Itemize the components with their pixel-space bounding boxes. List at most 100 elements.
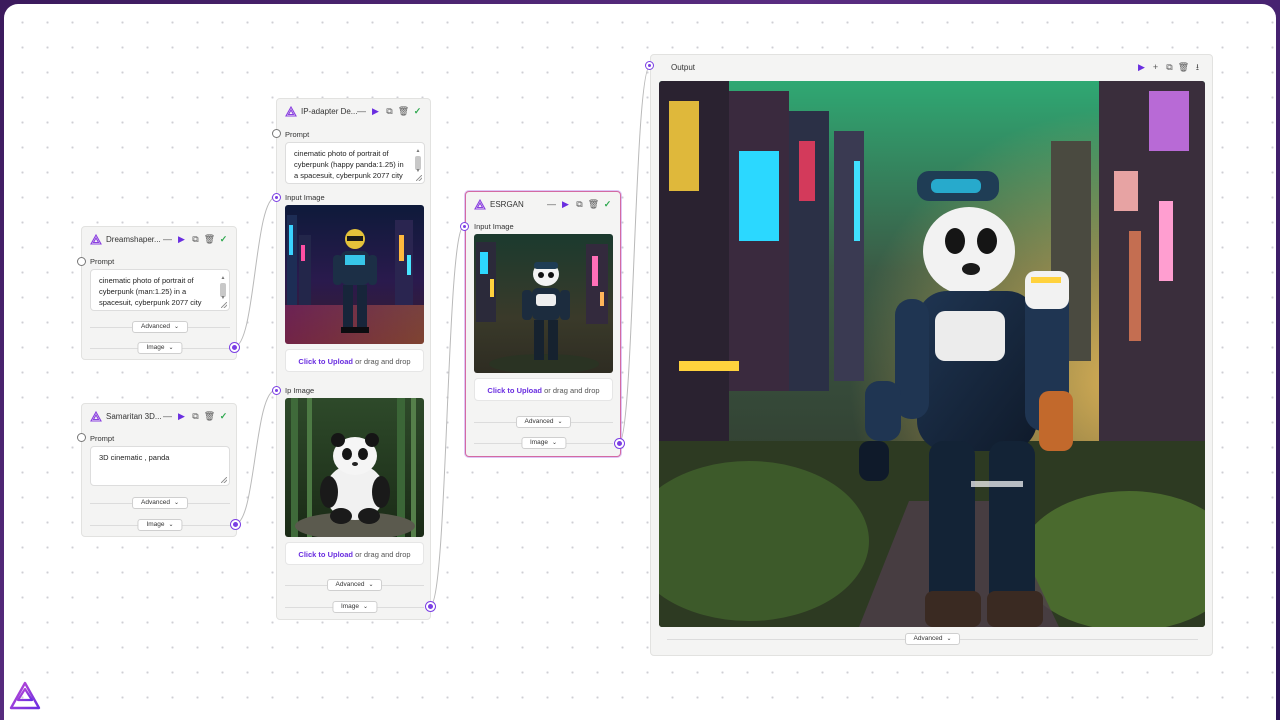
output-type-label: Image [146,344,165,351]
click-to-upload-link[interactable]: Click to Upload [298,357,353,366]
panda-image [285,398,424,537]
advanced-label: Advanced [141,323,170,330]
click-to-upload-link[interactable]: Click to Upload [298,550,353,559]
run-icon[interactable]: ▶ [561,198,570,210]
run-icon[interactable]: ▶ [177,233,186,245]
esrgan-input-image-port[interactable] [460,222,469,231]
node-header[interactable]: ESRGAN — ▶ ⧉ 🗑 ✓ [466,192,620,218]
ip-adapter-image-output-port[interactable] [426,602,435,611]
ip-adapter-node[interactable]: IP-adapter De... — ▶ ⧉ 🗑 ✓ Prompt cinema… [276,98,431,620]
dreamshaper-image-output-port[interactable] [230,343,239,352]
duplicate-icon[interactable]: ⧉ [385,105,394,117]
samaritan-prompt-port[interactable] [77,433,86,442]
dreamshaper-prompt-port[interactable] [77,257,86,266]
ip-adapter-input-image-port[interactable] [272,193,281,202]
prompt-text: cinematic photo of portrait of cyberpunk… [99,276,202,310]
model-logo-icon [90,411,102,422]
advanced-button[interactable]: Advanced ⌄ [515,416,572,428]
check-icon: ✓ [603,198,612,209]
trash-icon[interactable]: 🗑 [204,233,215,245]
output-type-label: Image [146,521,165,528]
advanced-label: Advanced [524,418,554,425]
output-type-button[interactable]: Image ⌄ [137,519,183,531]
advanced-button[interactable]: Advanced ⌄ [132,497,188,509]
duplicate-icon[interactable]: ⧉ [1165,61,1174,73]
model-logo-icon [285,106,297,117]
output-image[interactable] [659,81,1205,627]
node-header[interactable]: Dreamshaper... — ▶ ⧉ 🗑 ✓ [82,227,236,253]
ip-adapter-ip-image-port[interactable] [272,386,281,395]
trash-icon[interactable]: 🗑 [204,410,215,422]
click-to-upload-link[interactable]: Click to Upload [487,386,542,395]
check-icon: ✓ [219,410,228,421]
run-icon[interactable]: ▶ [1137,61,1146,73]
collapse-icon[interactable]: — [357,105,366,117]
chevron-down-icon: ⌄ [363,604,369,610]
resize-grip-icon[interactable] [221,302,227,308]
chevron-down-icon: ⌄ [168,522,174,528]
advanced-button[interactable]: Advanced ⌄ [132,321,188,333]
input-image-upload-zone[interactable]: Click to Upload or drag and drop [285,349,424,372]
check-icon: ✓ [413,105,422,116]
node-title: Output [671,63,696,72]
advanced-label: Advanced [141,499,170,506]
node-title: ESRGAN [490,200,524,209]
input-image-upload-zone[interactable]: Click to Upload or drag and drop [474,378,613,401]
prompt-label: Prompt [90,434,115,443]
input-image-label: Input Image [474,222,514,231]
node-title: Samaritan 3D... [106,412,162,421]
plus-icon[interactable]: + [1151,61,1160,73]
trash-icon[interactable]: 🗑 [398,105,409,117]
prompt-text: cinematic photo of portrait of cyberpunk… [294,149,404,183]
duplicate-icon[interactable]: ⧉ [191,410,200,422]
samaritan-node[interactable]: Samaritan 3D... — ▶ ⧉ 🗑 ✓ Prompt 3D cine… [81,403,237,537]
check-icon: ✓ [219,233,228,244]
advanced-button[interactable]: Advanced ⌄ [326,579,383,591]
output-node[interactable]: Output ▶ + ⧉ 🗑 ⭳ Advanced ⌄ [650,54,1213,656]
ip-image-upload-zone[interactable]: Click to Upload or drag and drop [285,542,424,565]
collapse-icon[interactable]: — [163,233,172,245]
esrgan-node[interactable]: ESRGAN — ▶ ⧉ 🗑 ✓ Input Image Click to Up… [465,191,621,457]
output-type-button[interactable]: Image ⌄ [137,342,183,354]
dreamshaper-node[interactable]: Dreamshaper... — ▶ ⧉ 🗑 ✓ Prompt cinemati… [81,226,237,360]
duplicate-icon[interactable]: ⧉ [191,233,200,245]
input-image-preview[interactable] [474,234,613,373]
resize-grip-icon[interactable] [416,175,422,181]
prompt-textarea[interactable]: 3D cinematic , panda [90,446,230,486]
resize-grip-icon[interactable] [221,477,227,483]
collapse-icon[interactable]: — [547,198,556,210]
input-image-preview[interactable] [285,205,424,344]
advanced-label: Advanced [913,635,943,642]
trash-icon[interactable]: 🗑 [1178,61,1189,73]
node-header[interactable]: Output ▶ + ⧉ 🗑 ⭳ [651,55,1212,81]
output-type-label: Image [340,603,360,610]
triangle-knot-logo-icon[interactable] [8,680,42,714]
chevron-down-icon: ⌄ [552,440,558,446]
collapse-icon[interactable]: — [163,410,172,422]
advanced-button[interactable]: Advanced ⌄ [904,633,961,645]
chevron-down-icon: ⌄ [557,419,563,425]
run-icon[interactable]: ▶ [371,105,380,117]
node-header[interactable]: Samaritan 3D... — ▶ ⧉ 🗑 ✓ [82,404,236,430]
output-type-label: Image [529,439,549,446]
cyberpunk-man-image [285,205,424,344]
trash-icon[interactable]: 🗑 [588,198,599,210]
output-type-button[interactable]: Image ⌄ [520,437,567,449]
output-input-port[interactable] [645,61,654,70]
node-header[interactable]: IP-adapter De... — ▶ ⧉ 🗑 ✓ [277,99,430,125]
prompt-textarea[interactable]: cinematic photo of portrait of cyberpunk… [285,142,425,184]
prompt-text: 3D cinematic , panda [99,453,170,462]
ip-adapter-prompt-port[interactable] [272,129,281,138]
samaritan-image-output-port[interactable] [231,520,240,529]
node-title: IP-adapter De... [301,107,358,116]
download-icon[interactable]: ⭳ [1193,61,1202,73]
chevron-down-icon: ⌄ [946,636,952,642]
run-icon[interactable]: ▶ [177,410,186,422]
prompt-textarea[interactable]: cinematic photo of portrait of cyberpunk… [90,269,230,311]
cyberpunk-panda-image [474,234,613,373]
duplicate-icon[interactable]: ⧉ [575,198,584,210]
ip-image-preview[interactable] [285,398,424,537]
esrgan-image-output-port[interactable] [615,439,624,448]
prompt-label: Prompt [285,130,310,139]
output-type-button[interactable]: Image ⌄ [331,601,378,613]
